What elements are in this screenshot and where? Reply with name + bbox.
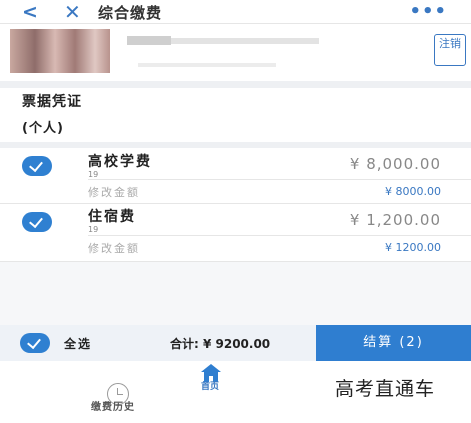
fee-code: 19 (88, 225, 99, 234)
watermark: 高考直通车 (335, 378, 436, 400)
avatar (10, 29, 110, 73)
fee-edit-row: 修改金额 ¥ 8000.00 (0, 180, 471, 202)
section-divider (0, 81, 471, 88)
user-id-blurred (171, 38, 319, 44)
logout-button[interactable]: 注销 (434, 34, 466, 66)
bottom-tab-bar: 首页 缴费历史 高考直通车 (0, 361, 471, 423)
total-amount: 合计: ¥ 9200.00 (170, 337, 271, 351)
list-empty-area (0, 262, 471, 325)
edit-amount-label[interactable]: 修改金额 (88, 240, 140, 256)
select-all-checkbox-icon[interactable] (20, 333, 50, 353)
tab-payment-history[interactable]: 缴费历史 (91, 398, 135, 413)
fee-code: 19 (88, 170, 99, 179)
edit-amount-value[interactable]: ¥ 8000.00 (385, 185, 441, 198)
checkbox-checked-icon[interactable] (22, 212, 52, 232)
edit-amount-value[interactable]: ¥ 1200.00 (385, 241, 441, 254)
checkbox-checked-icon[interactable] (22, 156, 52, 176)
tab-home[interactable]: 首页 (201, 379, 219, 392)
fee-name: 住宿费 (88, 209, 136, 225)
receipt-type[interactable]: (个人) (22, 117, 64, 136)
more-menu-icon[interactable]: ••• (409, 1, 447, 22)
back-arrow-icon[interactable]: < (22, 1, 38, 23)
fee-edit-row: 修改金额 ¥ 1200.00 (0, 236, 471, 258)
top-bar: < ✕ 综合缴费 ••• (0, 0, 471, 24)
user-info-blurred (138, 63, 276, 67)
fee-amount: ¥ 1,200.00 (349, 211, 441, 229)
edit-amount-label[interactable]: 修改金额 (88, 184, 140, 200)
summary-bar: 全选 合计: ¥ 9200.00 结算 (2) (0, 325, 471, 361)
checkout-button[interactable]: 结算 (2) (316, 325, 471, 361)
receipt-section-title: 票据凭证 (22, 94, 82, 110)
user-card: 注销 (0, 25, 471, 81)
select-all-label[interactable]: 全选 (64, 335, 92, 352)
fee-name: 高校学费 (88, 154, 152, 170)
fee-amount: ¥ 8,000.00 (349, 155, 441, 173)
user-name-blurred (127, 36, 171, 45)
page-title: 综合缴费 (98, 4, 163, 22)
close-icon[interactable]: ✕ (64, 0, 81, 24)
